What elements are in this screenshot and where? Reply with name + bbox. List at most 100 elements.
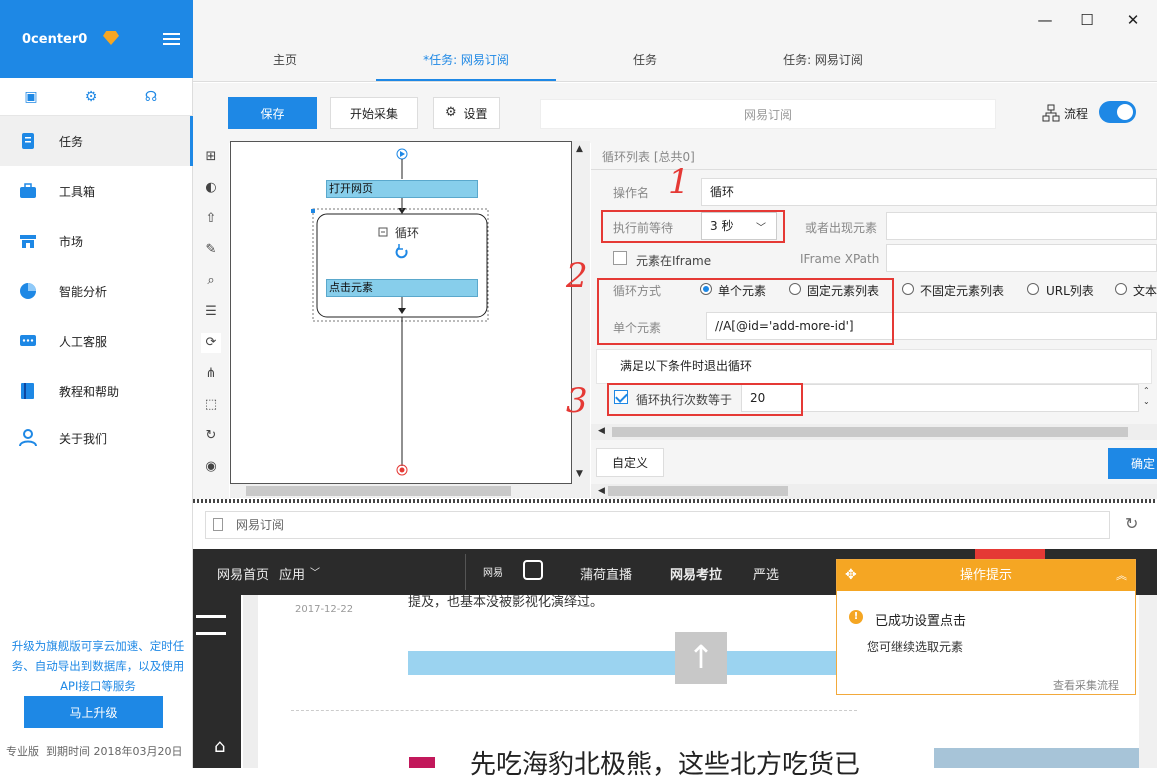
- web-nav-yanxuan[interactable]: 严选: [753, 564, 779, 583]
- article-thumbnail[interactable]: [934, 748, 1140, 768]
- tab-task-edit[interactable]: *任务: 网易订阅: [376, 40, 556, 81]
- panel-bottom-scrollbar[interactable]: ◀: [591, 484, 1157, 499]
- tab-task[interactable]: 任务: [595, 40, 695, 81]
- user-icon: [19, 429, 37, 447]
- reload-icon[interactable]: ↻: [1125, 514, 1138, 533]
- web-nav-home[interactable]: 网易首页: [217, 564, 269, 583]
- scroll-down-icon[interactable]: ▼: [576, 469, 583, 479]
- headset-icon[interactable]: ☊: [143, 89, 159, 105]
- loop-tool-icon[interactable]: ⟳: [201, 333, 221, 353]
- select-tool-icon[interactable]: ⬚: [201, 395, 221, 415]
- gear-icon: ⚙: [445, 105, 457, 120]
- upgrade-button[interactable]: 马上升级: [24, 696, 163, 728]
- url-input[interactable]: 网易订阅: [205, 511, 1110, 539]
- annotation-1: 1: [668, 162, 690, 202]
- scroll-thumb[interactable]: [612, 427, 1128, 437]
- canvas-vertical-scrollbar[interactable]: ▲ ▼: [572, 141, 590, 484]
- tab-task-netease[interactable]: 任务: 网易订阅: [753, 40, 893, 81]
- custom-button[interactable]: 自定义: [596, 448, 664, 477]
- scroll-left-icon[interactable]: ◀: [598, 486, 605, 496]
- save-button[interactable]: 保存: [228, 97, 317, 129]
- sidebar-item-market[interactable]: 市场: [0, 216, 193, 266]
- sidebar-item-support[interactable]: 人工客服: [0, 316, 193, 366]
- settings-button[interactable]: 设置: [433, 97, 500, 129]
- flow-node-click-element[interactable]: 点击元素: [326, 279, 478, 297]
- settings-label: 设置: [463, 106, 488, 121]
- tab-bar: 主页 *任务: 网易订阅 任务 任务: 网易订阅: [193, 40, 1157, 82]
- iframe-xpath-input[interactable]: [886, 244, 1157, 272]
- mode-radio-text[interactable]: [1115, 283, 1127, 295]
- web-nav-apps[interactable]: 应用: [279, 564, 305, 583]
- web-vertical-scrollbar[interactable]: [1139, 595, 1157, 768]
- panel-horizontal-scrollbar[interactable]: ◀: [591, 424, 1157, 440]
- scroll-thumb[interactable]: [246, 486, 511, 496]
- sidebar-item-help[interactable]: 教程和帮助: [0, 366, 193, 416]
- browser-address-bar: 网易订阅 ↻: [193, 503, 1157, 548]
- refresh-tool-icon[interactable]: ↻: [201, 426, 221, 446]
- sidebar-item-toolbox[interactable]: 工具箱: [0, 166, 193, 216]
- add-page-tool-icon[interactable]: ⊞: [201, 147, 221, 167]
- home-icon[interactable]: ⌂: [214, 736, 225, 757]
- tab-home[interactable]: 主页: [235, 40, 335, 81]
- view-flow-link[interactable]: 查看采集流程: [1053, 677, 1119, 693]
- back-to-top-icon[interactable]: ↑: [675, 632, 727, 684]
- flow-node-open-page[interactable]: 打开网页: [326, 180, 478, 198]
- collapse-icon[interactable]: ︽: [1116, 560, 1127, 591]
- toast-header: ✥ 操作提示 ︽: [837, 560, 1135, 591]
- highlight-box-loop-count: [607, 383, 803, 416]
- stop-tool-icon[interactable]: ◉: [201, 457, 221, 477]
- scroll-thumb[interactable]: [608, 486, 788, 496]
- web-nav-live[interactable]: 蒲荷直播: [580, 564, 632, 583]
- canvas-horizontal-scrollbar[interactable]: [230, 484, 590, 498]
- op-name-label: 操作名: [613, 186, 650, 200]
- stepper-icon[interactable]: ⌃ ⌄: [1143, 385, 1150, 407]
- mouse-tool-icon[interactable]: ◐: [201, 178, 221, 198]
- flowchart-icon: [1042, 104, 1060, 122]
- op-name-input[interactable]: 循环: [701, 178, 1157, 206]
- scroll-up-icon[interactable]: ▲: [576, 144, 583, 154]
- tag-badge: [409, 757, 435, 768]
- web-nav-kaola[interactable]: 网易考拉: [670, 564, 722, 583]
- article-headline[interactable]: 先吃海豹北极熊，这些北方吃货已: [470, 744, 860, 781]
- flow-toggle[interactable]: [1099, 101, 1136, 123]
- start-collect-button[interactable]: 开始采集: [330, 97, 418, 129]
- flow-loop-title[interactable]: 循环: [395, 224, 419, 241]
- mode-radio-dynamic-list[interactable]: [902, 283, 914, 295]
- edit-tool-icon[interactable]: ✎: [201, 240, 221, 260]
- move-icon[interactable]: ✥: [845, 560, 857, 591]
- hamburger-menu-icon[interactable]: [163, 33, 180, 45]
- pie-chart-icon: [20, 283, 36, 299]
- flow-canvas[interactable]: 打开网页 循环 点击元素: [230, 141, 572, 484]
- toast-subtext: 您可继续选取元素: [867, 640, 964, 654]
- web-nav-mobile[interactable]: 网易: [483, 564, 503, 579]
- close-icon[interactable]: ✕: [1123, 10, 1143, 30]
- extract-tool-icon[interactable]: ⌕: [201, 271, 221, 291]
- iframe-label: 元素在Iframe: [636, 254, 712, 268]
- web-left-rail: ⌂: [193, 595, 241, 768]
- minimize-icon[interactable]: —: [1035, 10, 1055, 30]
- task-name-field[interactable]: 网易订阅: [540, 99, 996, 129]
- share-bar: [408, 651, 838, 675]
- gear-icon[interactable]: ⚙: [83, 89, 99, 105]
- sidebar-item-task[interactable]: 任务: [0, 116, 193, 166]
- iframe-xpath-label: IFrame XPath: [800, 252, 880, 266]
- sidebar-quick-icons: ▣ ⚙ ☊: [0, 78, 193, 116]
- hamburger-menu-icon[interactable]: [196, 615, 226, 635]
- license-expiry: 专业版 到期时间 2018年03月20日: [6, 743, 182, 759]
- sidebar-item-label: 人工客服: [59, 335, 108, 349]
- upload-tool-icon[interactable]: ⇧: [201, 209, 221, 229]
- branch-tool-icon[interactable]: ⋔: [201, 364, 221, 384]
- or-element-input[interactable]: [886, 212, 1157, 240]
- clipboard-icon[interactable]: ▣: [23, 89, 39, 105]
- maximize-icon[interactable]: ☐: [1077, 10, 1097, 30]
- brand-name: 0center0: [22, 32, 88, 47]
- iframe-checkbox[interactable]: [613, 251, 627, 265]
- video-icon[interactable]: [523, 560, 543, 580]
- scroll-left-icon[interactable]: ◀: [598, 426, 605, 436]
- sidebar-item-analysis[interactable]: 智能分析: [0, 266, 193, 316]
- page-icon: [213, 518, 223, 531]
- mode-radio-url-list[interactable]: [1027, 283, 1039, 295]
- list-tool-icon[interactable]: ☰: [201, 302, 221, 322]
- ok-button[interactable]: 确定: [1108, 448, 1157, 479]
- sidebar-item-about[interactable]: 关于我们: [0, 413, 193, 463]
